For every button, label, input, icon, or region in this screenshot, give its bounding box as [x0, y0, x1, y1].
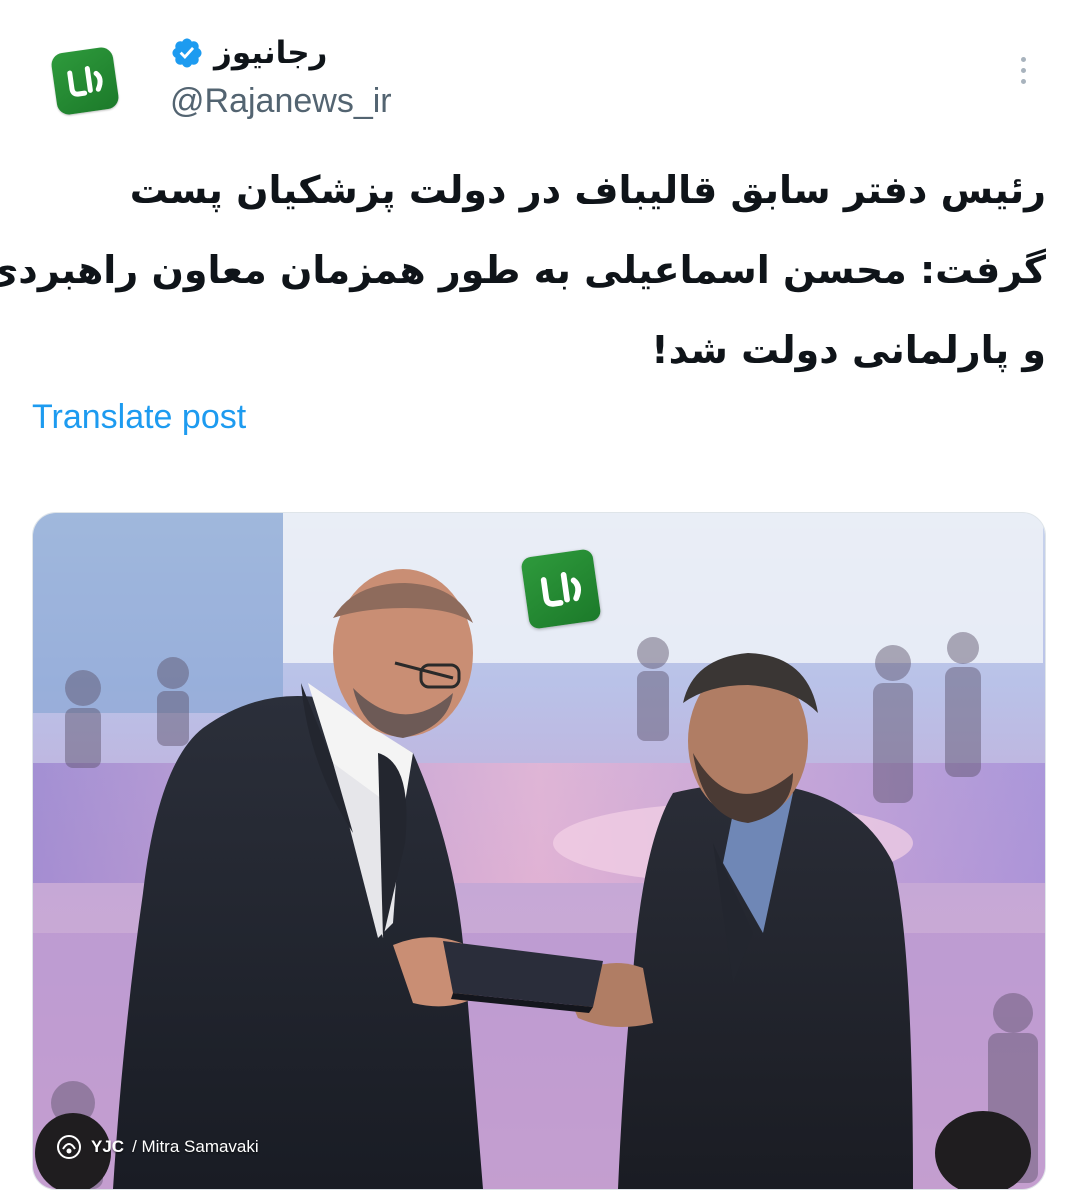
author-avatar[interactable] — [48, 44, 122, 118]
translate-post-link[interactable]: Translate post — [32, 398, 246, 437]
author-name-row[interactable]: رجانیوز — [170, 28, 327, 78]
raja-watermark-icon — [520, 548, 602, 630]
post-text-line: و پارلمانی دولت شد! — [651, 328, 1046, 372]
raja-logo-icon — [49, 45, 121, 117]
author-display-name: رجانیوز — [214, 35, 328, 71]
post-text: رئیس دفتر سابق قالیباف در دولت پزشکیان پ… — [0, 150, 1046, 390]
post-photo[interactable]: YJC / Mitra Samavaki — [32, 512, 1046, 1190]
photo-credit-brand: YJC — [91, 1137, 125, 1156]
post-text-line: گرفت: محسن اسماعیلی به طور همزمان معاون … — [0, 248, 1046, 292]
photo-credit-text: / Mitra Samavaki — [132, 1137, 259, 1156]
photo-credit: YJC / Mitra Samavaki — [55, 1133, 259, 1161]
post-text-line: رئیس دفتر سابق قالیباف در دولت پزشکیان پ… — [129, 168, 1046, 212]
verified-badge-icon — [172, 38, 202, 68]
yjc-logo-icon — [57, 1135, 81, 1159]
author-handle[interactable]: @Rajanews_ir — [170, 82, 392, 121]
more-options-icon[interactable] — [1008, 48, 1038, 92]
